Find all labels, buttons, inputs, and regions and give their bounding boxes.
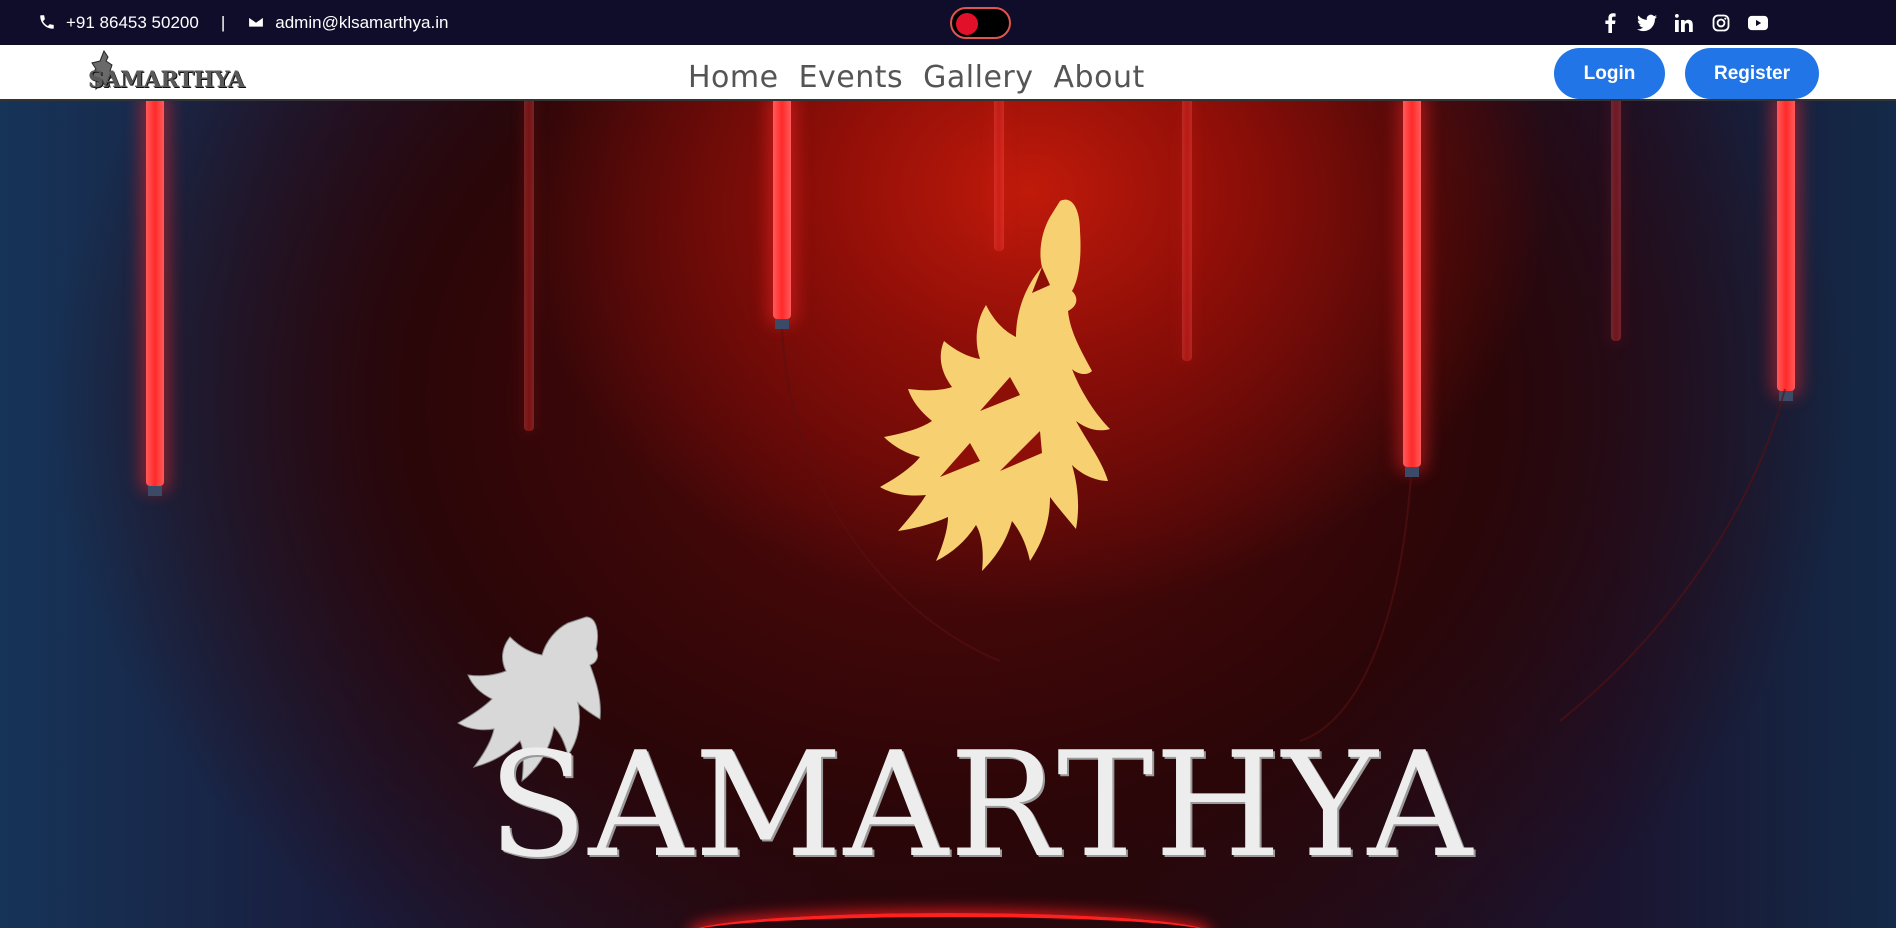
phone-number[interactable]: +91 86453 50200 (66, 13, 199, 33)
phone-icon (38, 13, 58, 33)
contact-info: +91 86453 50200 | admin@klsamarthya.in (38, 0, 448, 45)
logo-text[interactable]: SAMARTHYA (88, 67, 245, 93)
nav-item-about[interactable]: About (1054, 52, 1145, 95)
register-button[interactable]: Register (1685, 48, 1819, 99)
nav-item-events[interactable]: Events (799, 52, 904, 95)
main-navbar: SAMARTHYA Home Events Gallery About Logi… (0, 45, 1896, 101)
golden-wolf-icon (880, 199, 1110, 571)
nav-menu: Home Events Gallery About (688, 45, 1145, 101)
facebook-icon[interactable] (1600, 12, 1620, 33)
hero-brand-title: SAMARTHYA (488, 721, 1474, 890)
social-links (1600, 0, 1768, 45)
top-bar: +91 86453 50200 | admin@klsamarthya.in (0, 0, 1896, 45)
linkedin-icon[interactable] (1674, 13, 1694, 33)
hero-banner: SAMARTHYA (0, 101, 1896, 928)
contact-separator: | (220, 12, 226, 32)
login-button[interactable]: Login (1554, 48, 1665, 99)
instagram-icon[interactable] (1711, 13, 1731, 33)
theme-toggle[interactable] (950, 7, 1011, 39)
youtube-icon[interactable] (1748, 13, 1768, 33)
twitter-icon[interactable] (1637, 13, 1657, 33)
nav-item-home[interactable]: Home (688, 52, 779, 95)
envelope-icon (247, 13, 267, 33)
nav-item-gallery[interactable]: Gallery (923, 52, 1033, 95)
toggle-knob (956, 13, 978, 35)
email-address[interactable]: admin@klsamarthya.in (275, 13, 448, 33)
